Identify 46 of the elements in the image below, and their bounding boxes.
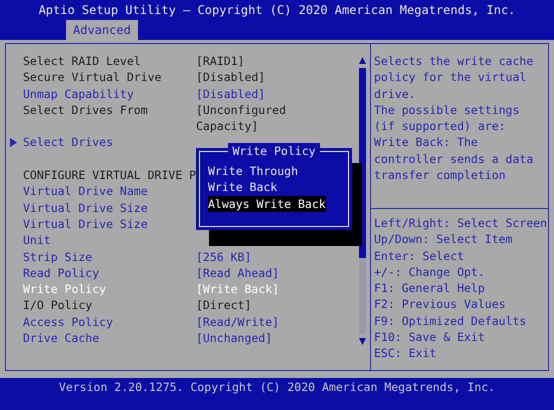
setting-label[interactable]: Secure Virtual Drive bbox=[23, 69, 196, 86]
setting-value[interactable]: [Direct] bbox=[196, 297, 346, 314]
setting-value[interactable]: [RAID1] bbox=[196, 53, 346, 70]
key-hint: ESC: Exit bbox=[374, 345, 438, 362]
setting-label[interactable]: Write Policy bbox=[23, 281, 196, 298]
setting-label[interactable]: Unit bbox=[23, 232, 196, 249]
setting-label[interactable]: Drive Cache bbox=[23, 330, 196, 346]
setting-label[interactable]: Virtual Drive Size bbox=[23, 216, 196, 232]
key-hint: F1: General Help bbox=[374, 280, 486, 296]
setting-value[interactable]: [256 KB] bbox=[196, 248, 346, 265]
submenu-link[interactable]: Select Drives bbox=[23, 134, 114, 151]
key-hint: Enter: Select bbox=[374, 248, 466, 264]
popup-option[interactable]: Write Through bbox=[208, 163, 298, 180]
setting-label[interactable]: Select Drives From bbox=[23, 102, 196, 118]
help-text: Write Back: The controller sends a data transfer completion bbox=[374, 134, 534, 184]
setting-value[interactable]: [Disabled] bbox=[196, 69, 346, 86]
setting-value[interactable]: [Read/Write] bbox=[196, 314, 346, 330]
popup-option[interactable]: Always Write Back bbox=[208, 196, 326, 212]
version-text: Version 2.20.1275. Copyright (C) 2020 American Megatrends, Inc. bbox=[58, 379, 496, 396]
submenu-arrow-icon bbox=[10, 138, 17, 148]
key-hint: +/-: Change Opt. bbox=[374, 264, 486, 280]
setting-label[interactable]: Read Policy bbox=[23, 264, 196, 282]
setting-value[interactable]: [Read Ahead] bbox=[196, 264, 346, 282]
setting-value[interactable]: [Disabled] bbox=[196, 86, 346, 102]
section-heading: CONFIGURE VIRTUAL DRIVE P bbox=[23, 167, 196, 184]
setting-value[interactable]: [Unchanged] bbox=[196, 330, 346, 346]
popup-option[interactable]: Write Back bbox=[208, 179, 278, 196]
help-text: The possible settings (if supported) are: bbox=[374, 102, 520, 134]
setting-label[interactable]: Strip Size bbox=[23, 248, 196, 265]
help-text: Selects the write cache policy for the virtual drive. bbox=[374, 53, 534, 102]
window-title: Aptio Setup Utility – Copyright (C) 2020 American Megatrends, Inc. bbox=[38, 2, 516, 18]
setting-label[interactable]: I/O Policy bbox=[23, 297, 196, 314]
setting-label[interactable]: Unmap Capability bbox=[23, 86, 196, 102]
setting-value[interactable]: [Write Back] bbox=[196, 281, 346, 298]
setting-label[interactable]: Select RAID Level bbox=[23, 53, 196, 70]
popup-title: Write Policy bbox=[228, 143, 320, 160]
key-hint: F9: Optimized Defaults bbox=[374, 312, 528, 330]
key-hint: F10: Save & Exit bbox=[374, 329, 486, 346]
menu-tab[interactable]: Advanced bbox=[66, 20, 138, 40]
key-hint: Left/Right: Select Screen bbox=[374, 215, 548, 232]
key-hint: Up/Down: Select Item bbox=[374, 231, 514, 248]
setting-label[interactable]: Virtual Drive Size bbox=[23, 200, 196, 216]
setting-value[interactable]: [Unconfigured Capacity] bbox=[196, 102, 346, 134]
setting-label[interactable]: Access Policy bbox=[23, 314, 196, 330]
setting-label[interactable]: Virtual Drive Name bbox=[23, 183, 196, 200]
key-hint: F2: Previous Values bbox=[374, 296, 507, 313]
